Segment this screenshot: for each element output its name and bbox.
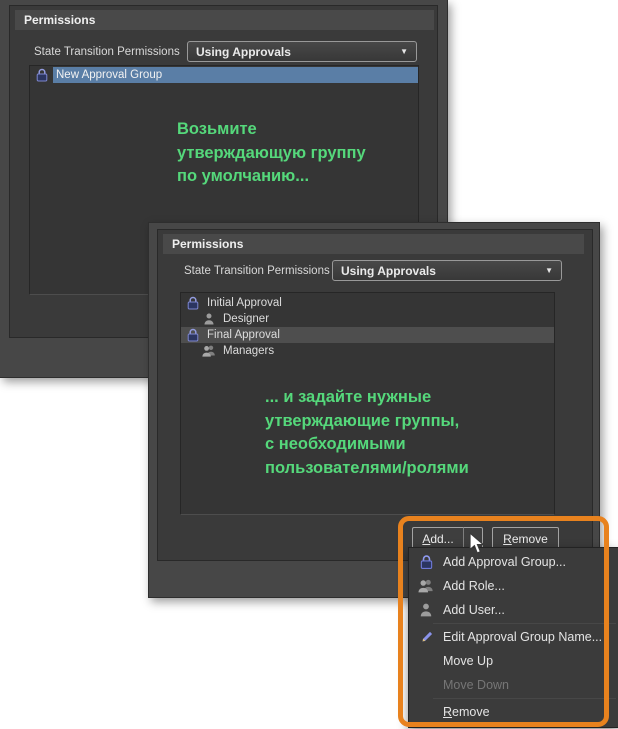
user-icon (202, 313, 216, 325)
list-item-label: Final Approval (207, 329, 280, 341)
approval-group-icon (186, 296, 200, 310)
menu-item-label: Remove (443, 705, 490, 719)
annotation-text-1: Возьмите утверждающую группу по умолчани… (177, 120, 366, 186)
screenshot-root: Permissions State Transition Permissions… (0, 0, 618, 729)
menu-item-label: Add Approval Group... (443, 555, 566, 569)
annotation-text-2: ... и задайте нужные утверждающие группы… (265, 388, 469, 477)
menu-item-add-user[interactable]: Add User... (409, 598, 618, 622)
add-context-menu: Add Approval Group... Add Role... Add Us… (408, 547, 618, 728)
chevron-down-icon: ▼ (469, 534, 477, 544)
pencil-icon (418, 630, 434, 644)
approval-group-icon (35, 68, 49, 82)
role-icon (202, 345, 216, 357)
menu-item-label: Move Down (443, 678, 509, 692)
list-item-label: Managers (223, 345, 275, 357)
menu-item-label: Add User... (443, 603, 505, 617)
panel-title: Permissions (163, 234, 584, 254)
user-icon (418, 603, 434, 617)
role-icon (418, 579, 434, 593)
menu-item-add-approval-group[interactable]: Add Approval Group... (409, 550, 618, 574)
list-item-label: Designer (223, 313, 270, 325)
menu-item-label: Move Up (443, 654, 494, 668)
list-item-approval-group[interactable]: New Approval Group (30, 67, 418, 83)
list-item-user[interactable]: Designer (181, 311, 554, 327)
menu-item-label: Edit Approval Group Name... (443, 630, 603, 644)
approval-group-icon (418, 555, 434, 570)
state-transition-permissions-dropdown[interactable]: Using Approvals ▼ (187, 41, 417, 62)
menu-separator (433, 623, 616, 624)
menu-item-add-role[interactable]: Add Role... (409, 574, 618, 598)
panel-title: Permissions (15, 10, 434, 30)
list-item-label: New Approval Group (53, 67, 418, 83)
chevron-down-icon: ▼ (400, 47, 408, 56)
list-item-role[interactable]: Managers (181, 343, 554, 359)
menu-item-move-up[interactable]: Move Up (409, 649, 618, 673)
state-transition-permissions-label: State Transition Permissions (184, 265, 330, 277)
list-item-approval-group[interactable]: Initial Approval (181, 295, 554, 311)
menu-item-edit-approval-group-name[interactable]: Edit Approval Group Name... (409, 625, 618, 649)
remove-button-label: Remove (503, 532, 548, 546)
chevron-down-icon: ▼ (545, 266, 553, 275)
add-button-label: Add... (422, 532, 454, 546)
permissions-panel: Permissions State Transition Permissions… (157, 229, 593, 561)
menu-item-remove[interactable]: Remove (409, 700, 618, 724)
approval-group-icon (186, 328, 200, 342)
approval-groups-list[interactable]: Initial Approval Designer Final Approval (180, 292, 555, 515)
permissions-dialog-2: Permissions State Transition Permissions… (148, 222, 600, 598)
menu-separator (433, 698, 616, 699)
list-item-approval-group-selected[interactable]: Final Approval (181, 327, 554, 343)
menu-item-label: Add Role... (443, 579, 505, 593)
dropdown-value: Using Approvals (341, 263, 436, 278)
list-item-label: Initial Approval (207, 297, 282, 309)
dropdown-value: Using Approvals (196, 44, 291, 59)
menu-item-move-down: Move Down (409, 673, 618, 697)
state-transition-permissions-dropdown[interactable]: Using Approvals ▼ (332, 260, 562, 281)
state-transition-permissions-label: State Transition Permissions (34, 46, 180, 58)
